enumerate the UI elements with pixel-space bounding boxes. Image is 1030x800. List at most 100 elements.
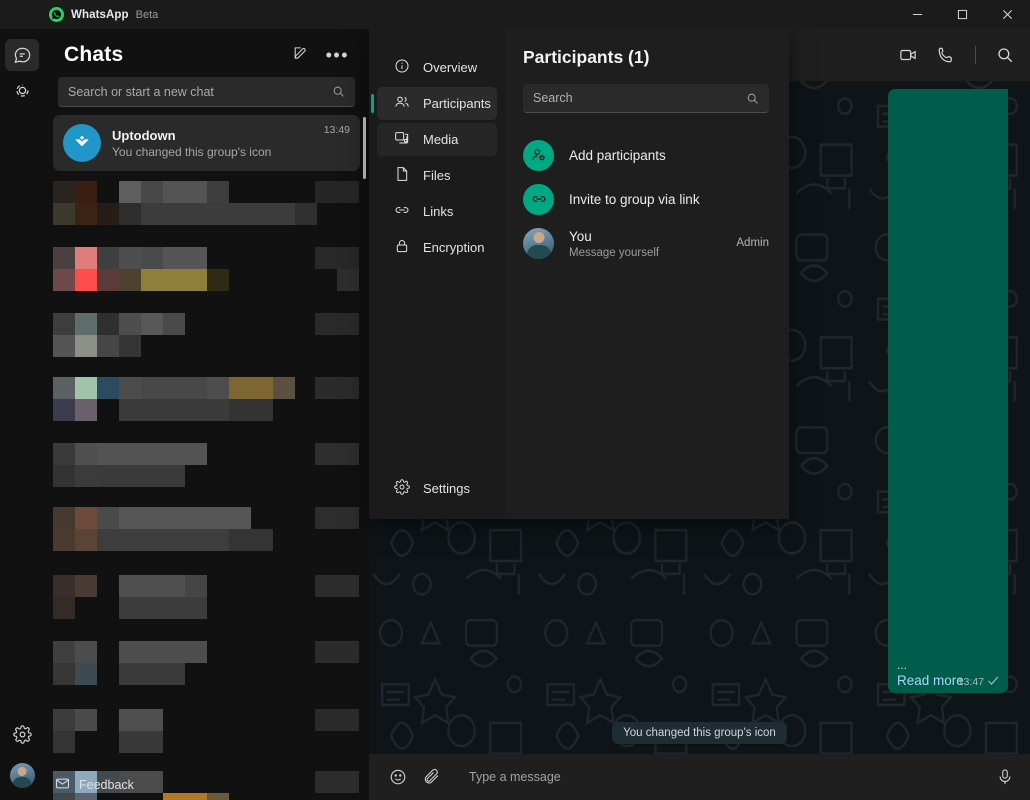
- list-item[interactable]: Uptodown You changed this group's icon 1…: [53, 115, 360, 171]
- message-input[interactable]: Type a message: [457, 770, 980, 784]
- rail-item-chats[interactable]: [5, 39, 39, 71]
- avatar-head: [533, 232, 544, 243]
- uptodown-logo-icon: [63, 124, 101, 162]
- sidebar-item-label: Media: [423, 132, 458, 147]
- window-controls: [895, 0, 1030, 29]
- participants-content: Participants (1) Search Add participants: [505, 29, 789, 519]
- sidebar-item-media[interactable]: Media: [377, 123, 497, 156]
- chat-name: Uptodown: [112, 128, 313, 143]
- profile-avatar: [523, 228, 554, 259]
- file-icon: [394, 166, 410, 185]
- sidebar-item-encryption[interactable]: Encryption: [377, 231, 497, 264]
- table-row[interactable]: [53, 237, 360, 303]
- feedback-button[interactable]: Feedback: [44, 770, 204, 800]
- search-icon: [746, 92, 759, 105]
- paperclip-icon[interactable]: [423, 768, 441, 786]
- chat-preview: You changed this group's icon: [112, 145, 313, 159]
- gear-icon: [394, 479, 410, 498]
- message-meta: 13:47: [958, 675, 1000, 689]
- avatar-torso: [527, 245, 551, 259]
- participants-search-placeholder: Search: [533, 91, 573, 105]
- participant-name: You: [569, 229, 592, 244]
- microphone-icon[interactable]: [996, 768, 1014, 786]
- message-timestamp: 13:47: [958, 676, 984, 688]
- people-icon: [394, 94, 410, 113]
- chat-search-wrapper: Search or start a new chat: [44, 77, 369, 115]
- invite-via-link-button[interactable]: Invite to group via link: [523, 177, 769, 221]
- participant-role-badge: Admin: [736, 237, 769, 249]
- conversation-header-actions: [899, 46, 1014, 64]
- list-item-texts: Uptodown You changed this group's icon: [112, 128, 313, 159]
- info-circle-icon: [394, 58, 410, 77]
- more-options-icon[interactable]: •••: [326, 51, 349, 59]
- lock-icon: [394, 238, 410, 257]
- rail-item-status[interactable]: [5, 74, 39, 106]
- minimize-button[interactable]: [895, 0, 940, 29]
- sidebar-item-participants[interactable]: Participants: [377, 87, 497, 120]
- close-button[interactable]: [985, 0, 1030, 29]
- participants-title: Participants (1): [523, 47, 769, 68]
- sidebar-item-files[interactable]: Files: [377, 159, 497, 192]
- maximize-button[interactable]: [940, 0, 985, 29]
- app-body: Chats ••• Search or start a new chat: [0, 29, 1030, 800]
- sidebar-item-label: Files: [423, 168, 450, 183]
- table-row[interactable]: [53, 435, 360, 501]
- sidebar-item-settings[interactable]: Settings: [377, 472, 497, 505]
- sidebar-item-links[interactable]: Links: [377, 195, 497, 228]
- media-icon: [394, 130, 410, 149]
- avatar-torso: [13, 777, 32, 788]
- table-row[interactable]: [53, 699, 360, 765]
- sidebar-item-overview[interactable]: Overview: [377, 51, 497, 84]
- video-call-icon[interactable]: [899, 46, 917, 64]
- add-participants-button[interactable]: Add participants: [523, 133, 769, 177]
- single-check-icon: [987, 675, 1000, 689]
- sidebar-item-label: Participants: [423, 96, 491, 111]
- add-participants-label: Add participants: [569, 148, 666, 163]
- title-bar-brand: WhatsApp Beta: [0, 7, 158, 22]
- chat-list-scrollbar[interactable]: [363, 117, 366, 179]
- system-message: You changed this group's icon: [612, 722, 787, 744]
- voice-call-icon[interactable]: [937, 46, 955, 64]
- page-title: Chats: [64, 43, 123, 67]
- add-person-icon: [523, 140, 554, 171]
- title-bar: WhatsApp Beta: [0, 0, 1030, 29]
- table-row[interactable]: [53, 171, 360, 237]
- search-icon: [332, 85, 345, 98]
- rail-item-settings[interactable]: [5, 718, 39, 750]
- sidebar-item-label: Links: [423, 204, 453, 219]
- message-bubble-outgoing[interactable]: ... Read more 13:47: [888, 89, 1008, 693]
- header-divider: [975, 46, 976, 64]
- profile-avatar[interactable]: [10, 763, 35, 788]
- message-composer: Type a message: [369, 754, 1030, 800]
- app-title: WhatsApp: [71, 9, 129, 21]
- message-truncation-ellipsis: ...: [897, 659, 999, 671]
- whatsapp-logo-icon: [49, 7, 64, 22]
- sidebar-item-label: Encryption: [423, 240, 484, 255]
- beta-label: Beta: [136, 9, 159, 21]
- group-info-nav: Overview Participants Media: [369, 29, 505, 519]
- table-row[interactable]: [53, 501, 360, 567]
- chat-list-header: Chats •••: [44, 29, 369, 77]
- navigation-rail: [0, 29, 44, 800]
- chat-list-panel: Chats ••• Search or start a new chat: [44, 29, 369, 800]
- participant-row[interactable]: You Message yourself Admin: [523, 221, 769, 265]
- participant-subtitle: Message yourself: [569, 247, 721, 259]
- chat-rows: Uptodown You changed this group's icon 1…: [44, 115, 369, 798]
- envelope-icon: [55, 776, 70, 794]
- emoji-smiley-icon[interactable]: [389, 768, 407, 786]
- link-chain-icon: [523, 184, 554, 215]
- search-icon[interactable]: [996, 46, 1014, 64]
- link-chain-icon: [394, 202, 410, 221]
- table-row[interactable]: [53, 633, 360, 699]
- new-chat-pencil-icon[interactable]: [292, 44, 309, 66]
- feedback-label: Feedback: [79, 778, 134, 792]
- search-input[interactable]: Search or start a new chat: [58, 77, 355, 107]
- participant-texts: You Message yourself: [569, 228, 721, 259]
- participants-search-input[interactable]: Search: [523, 84, 769, 113]
- table-row[interactable]: [53, 369, 360, 435]
- table-row[interactable]: [53, 567, 360, 633]
- invite-via-link-label: Invite to group via link: [569, 192, 700, 207]
- chat-list-actions: •••: [292, 44, 349, 66]
- search-placeholder: Search or start a new chat: [68, 85, 214, 99]
- table-row[interactable]: [53, 303, 360, 369]
